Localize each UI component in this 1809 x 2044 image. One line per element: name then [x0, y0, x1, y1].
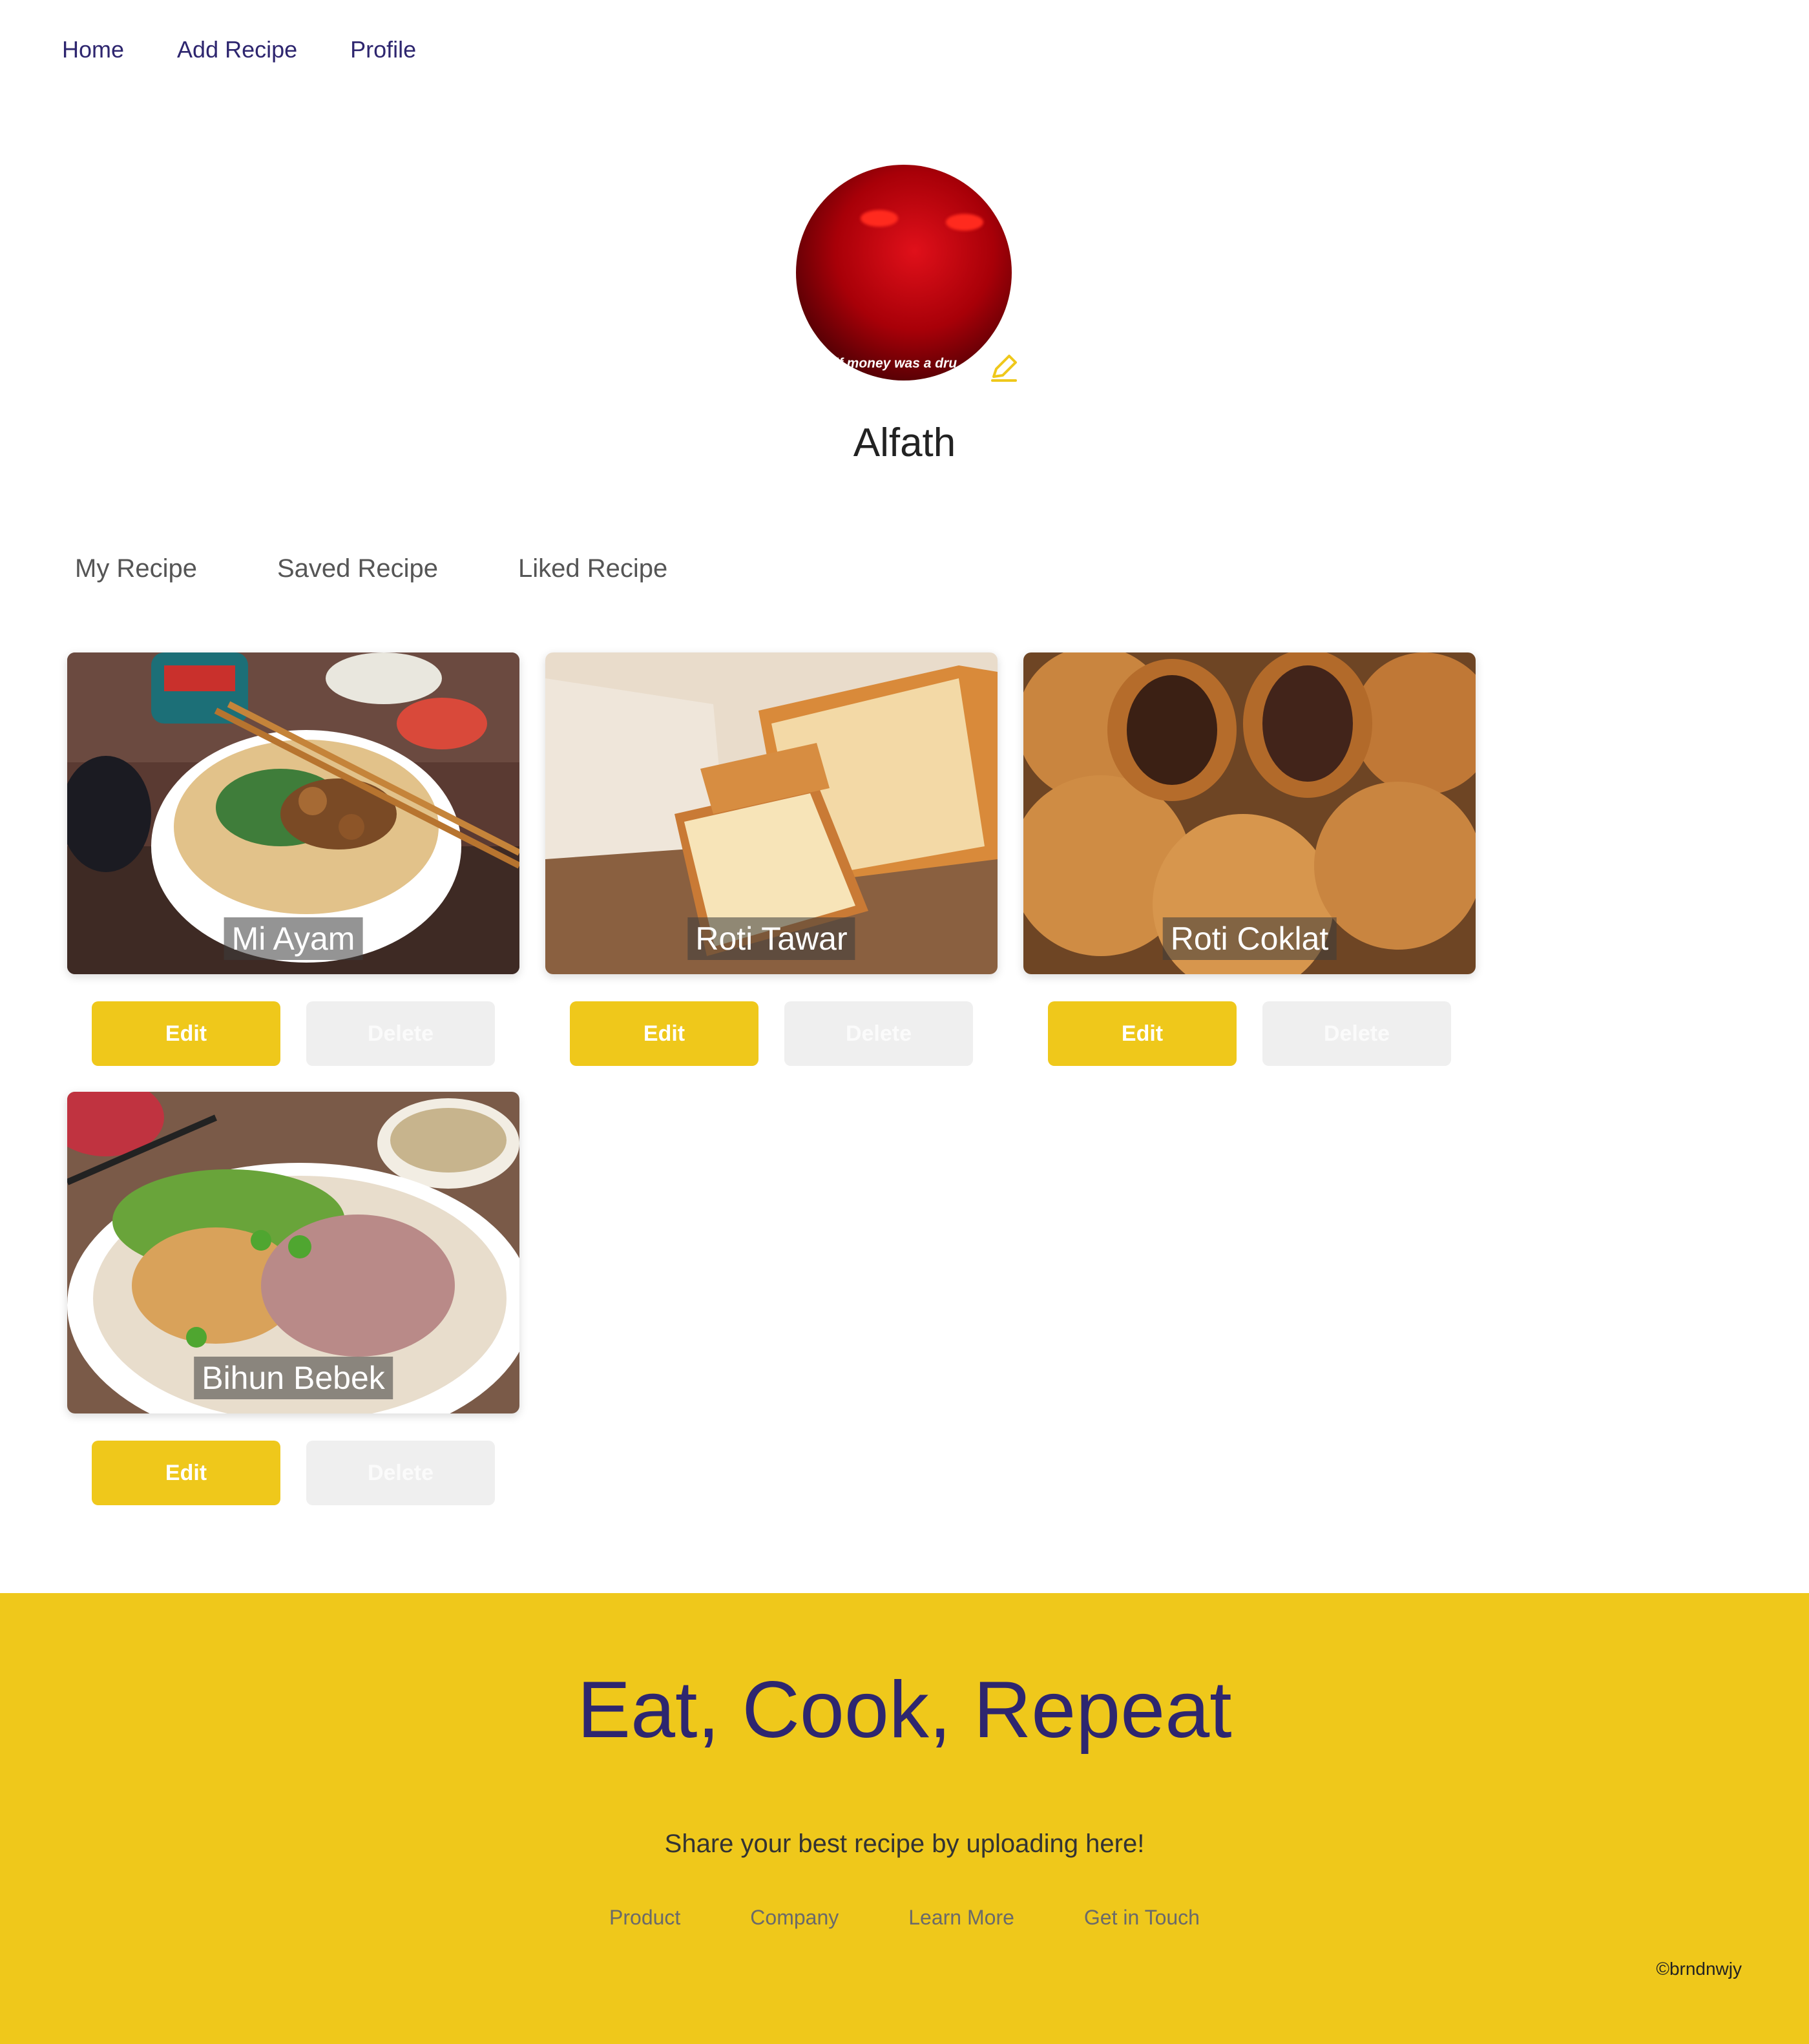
footer-links: Product Company Learn More Get in Touch	[0, 1906, 1809, 1930]
recipe-thumbnail[interactable]: Roti Coklat	[1023, 652, 1476, 974]
footer-subline: Share your best recipe by uploading here…	[664, 1830, 1145, 1858]
footer-link-company[interactable]: Company	[750, 1906, 839, 1930]
edit-button[interactable]: Edit	[92, 1441, 280, 1505]
footer-link-product[interactable]: Product	[609, 1906, 680, 1930]
recipe-card: Roti Tawar Edit Delete	[545, 652, 998, 1066]
recipe-thumbnail[interactable]: Mi Ayam	[67, 652, 519, 974]
nav-add-recipe-link[interactable]: Add Recipe	[177, 36, 297, 63]
delete-button[interactable]: Delete	[784, 1001, 973, 1066]
avatar-eye-right	[946, 214, 983, 231]
edit-avatar-icon[interactable]	[987, 351, 1021, 384]
edit-button[interactable]: Edit	[570, 1001, 758, 1066]
footer-link-learn-more[interactable]: Learn More	[908, 1906, 1014, 1930]
recipe-title: Mi Ayam	[224, 917, 363, 960]
edit-button[interactable]: Edit	[1048, 1001, 1237, 1066]
recipe-title: Bihun Bebek	[194, 1357, 393, 1399]
recipe-thumbnail[interactable]: Bihun Bebek	[67, 1092, 519, 1413]
profile-username: Alfath	[853, 421, 956, 465]
avatar-eye-left	[861, 210, 898, 227]
recipe-thumbnail[interactable]: Roti Tawar	[545, 652, 998, 974]
recipe-title: Roti Tawar	[687, 917, 855, 960]
delete-button[interactable]: Delete	[306, 1441, 495, 1505]
recipe-actions: Edit Delete	[570, 1001, 973, 1066]
footer: Eat, Cook, Repeat Share your best recipe…	[0, 1593, 1809, 2044]
recipe-card: Bihun Bebek Edit Delete	[67, 1092, 519, 1505]
delete-button[interactable]: Delete	[306, 1001, 495, 1066]
edit-button[interactable]: Edit	[92, 1001, 280, 1066]
footer-link-get-in-touch[interactable]: Get in Touch	[1084, 1906, 1200, 1930]
recipe-actions: Edit Delete	[1048, 1001, 1451, 1066]
nav-profile-link[interactable]: Profile	[350, 36, 416, 63]
tab-saved-recipe[interactable]: Saved Recipe	[277, 554, 438, 583]
delete-button[interactable]: Delete	[1262, 1001, 1451, 1066]
footer-copyright: ©brndnwjy	[1656, 1959, 1742, 1979]
tab-liked-recipe[interactable]: Liked Recipe	[518, 554, 667, 583]
recipe-actions: Edit Delete	[92, 1441, 495, 1505]
recipe-tabs: My Recipe Saved Recipe Liked Recipe	[75, 554, 667, 583]
tab-my-recipe[interactable]: My Recipe	[75, 554, 197, 583]
recipe-title: Roti Coklat	[1162, 917, 1337, 960]
avatar: if money was a dru	[796, 165, 1012, 381]
recipe-card: Mi Ayam Edit Delete	[67, 652, 519, 1066]
nav-home-link[interactable]: Home	[62, 36, 124, 63]
footer-tagline: Eat, Cook, Repeat	[577, 1665, 1232, 1755]
recipe-card: Roti Coklat Edit Delete	[1023, 652, 1476, 1066]
avatar-caption: if money was a dru	[835, 356, 957, 371]
top-nav: Home Add Recipe Profile	[62, 36, 416, 63]
profile-avatar-container: if money was a dru	[796, 165, 1017, 382]
recipe-actions: Edit Delete	[92, 1001, 495, 1066]
